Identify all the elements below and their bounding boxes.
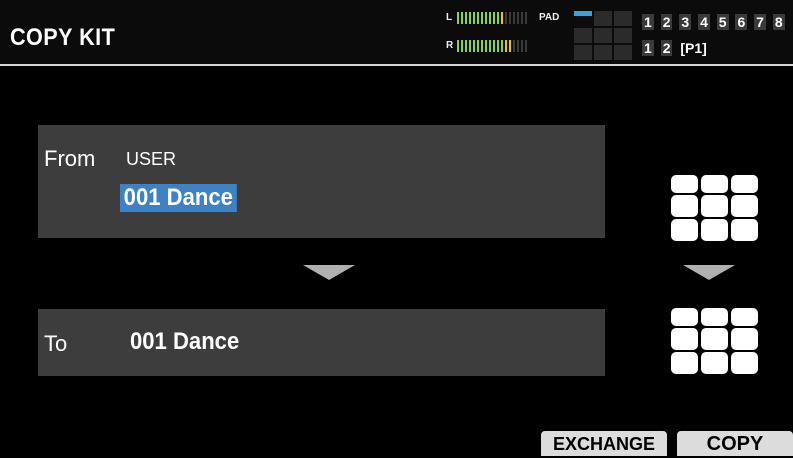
meter-segment — [501, 40, 503, 52]
meter-segment — [485, 12, 487, 24]
pad-indicator — [594, 28, 612, 43]
from-label: From — [44, 146, 96, 171]
meter-segment — [489, 12, 491, 24]
from-panel[interactable] — [38, 125, 605, 238]
meter-segment — [501, 12, 503, 24]
pad-indicator — [594, 45, 612, 60]
from-kit-selector[interactable]: 001 Dance — [120, 184, 237, 212]
meter-segment — [517, 12, 519, 24]
meter-segment — [521, 12, 523, 24]
meter-segment — [509, 12, 511, 24]
pad-indicator-grid — [574, 11, 634, 61]
kit-number: 8 — [772, 14, 785, 30]
page-indicator: [P1] — [680, 40, 707, 56]
pad-cell — [671, 308, 698, 326]
meter-segment — [485, 40, 487, 52]
arrow-down-icon — [303, 265, 355, 280]
meter-segment — [473, 12, 475, 24]
to-label: To — [44, 331, 68, 356]
kit-number: 7 — [754, 14, 766, 30]
meter-segment — [481, 40, 483, 52]
meter-segment — [493, 40, 495, 52]
pad-cell — [701, 328, 728, 350]
kit-number: 4 — [698, 14, 710, 30]
meter-segment — [477, 40, 479, 52]
kit-number: 2 — [660, 14, 673, 30]
meter-segment — [461, 12, 463, 24]
meter-segment — [461, 40, 463, 52]
meter-segment — [457, 12, 459, 24]
meter-segment — [493, 12, 495, 24]
meter-segment — [465, 12, 467, 24]
pad-cell — [701, 175, 728, 193]
pad-cell — [731, 219, 758, 241]
meter-segment — [469, 40, 471, 52]
pad-cell — [671, 195, 698, 217]
to-kit-selector[interactable]: 001 Dance — [130, 328, 239, 356]
page-number: 1 — [642, 40, 654, 56]
meter-segment — [513, 40, 515, 52]
copy-button[interactable]: COPY — [677, 431, 793, 456]
kit-pad-grid-icon — [671, 308, 759, 374]
meter-segment — [509, 40, 511, 52]
pad-cell — [671, 328, 698, 350]
pad-cell — [701, 308, 728, 326]
meter-segment — [481, 12, 483, 24]
pad-cell — [701, 195, 728, 217]
pad-indicator — [614, 11, 632, 26]
page-number-row: 1 2 [P1] — [642, 40, 707, 56]
exchange-button[interactable]: EXCHANGE — [541, 431, 667, 456]
meter-segment — [525, 40, 527, 52]
kit-number: 5 — [716, 14, 729, 30]
pad-indicator — [594, 11, 612, 26]
kit-pad-grid-icon — [671, 175, 759, 241]
meter-segment — [525, 12, 527, 24]
pad-indicator — [574, 45, 592, 60]
to-panel[interactable] — [38, 309, 605, 376]
meter-segment — [497, 40, 499, 52]
from-bank[interactable]: USER — [126, 149, 176, 170]
pad-cell — [671, 175, 698, 193]
pad-indicator — [614, 28, 632, 43]
pad-cell — [731, 195, 758, 217]
pad-indicator-active — [574, 11, 592, 16]
pad-cell — [731, 308, 758, 326]
kit-number: 6 — [735, 14, 748, 30]
meter-segment — [517, 40, 519, 52]
pad-cell — [701, 352, 728, 374]
header-divider — [0, 64, 793, 66]
page-number: 2 — [660, 40, 673, 56]
meter-right-label: R — [446, 40, 454, 51]
meter-segment — [513, 12, 515, 24]
meter-segment — [465, 40, 467, 52]
pad-label: PAD — [539, 12, 560, 23]
kit-number: 1 — [642, 14, 654, 30]
meter-segment — [489, 40, 491, 52]
screen-title: COPY KIT — [10, 24, 116, 51]
pad-cell — [731, 175, 758, 193]
kit-number: 3 — [679, 14, 692, 30]
kit-number-row: 1 2 3 4 5 6 7 8 — [642, 14, 785, 30]
arrow-down-icon — [683, 265, 735, 280]
meter-segment — [457, 40, 459, 52]
pad-indicator — [574, 28, 592, 43]
meter-segment — [505, 12, 507, 24]
meter-segment — [477, 12, 479, 24]
meter-segment — [521, 40, 523, 52]
pad-cell — [701, 219, 728, 241]
pad-cell — [731, 352, 758, 374]
meter-segment — [505, 40, 507, 52]
meter-segment — [473, 40, 475, 52]
pad-indicator — [614, 45, 632, 60]
meter-left-label: L — [446, 12, 453, 23]
meter-segment — [469, 12, 471, 24]
meter-segment — [497, 12, 499, 24]
pad-cell — [731, 328, 758, 350]
pad-cell — [671, 219, 698, 241]
pad-cell — [671, 352, 698, 374]
